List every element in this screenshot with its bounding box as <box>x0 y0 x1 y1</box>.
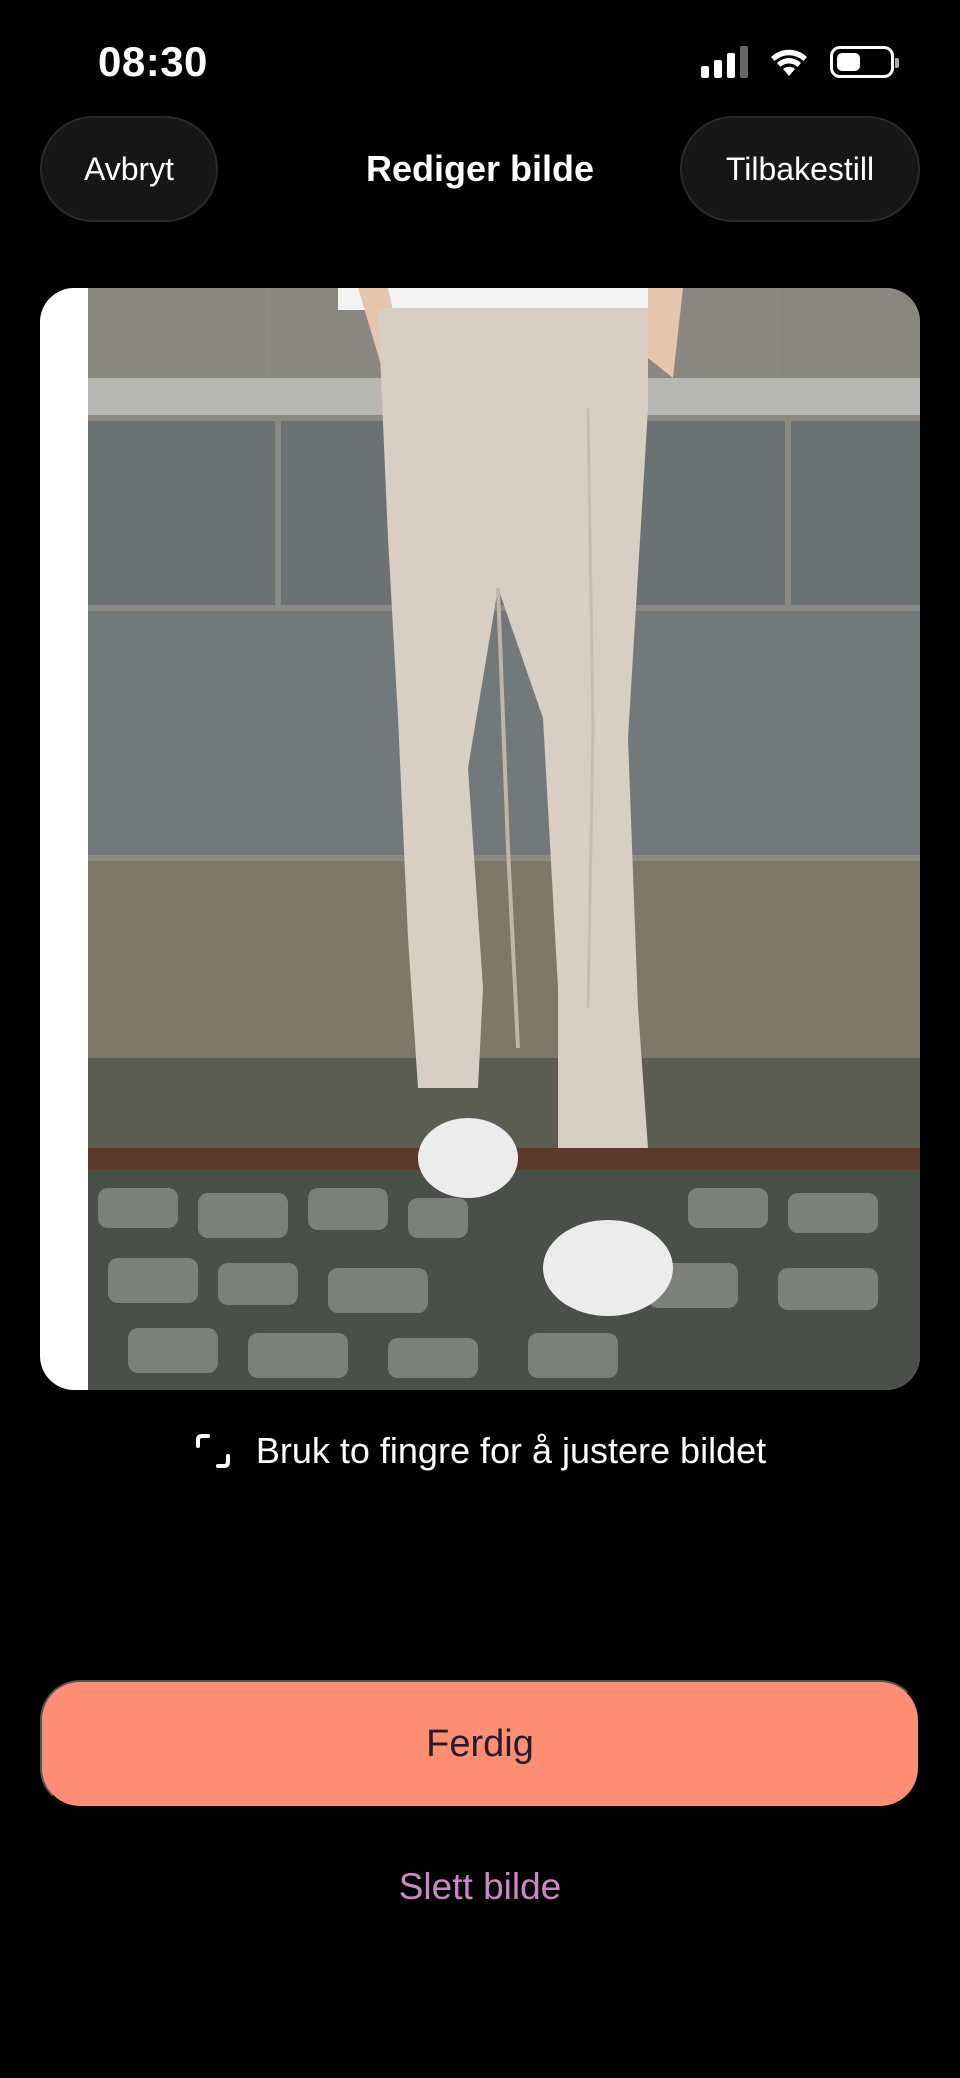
header: Avbryt Rediger bilde Tilbakestill <box>0 114 960 224</box>
cellular-signal-icon <box>701 46 748 78</box>
photo-crop-area[interactable] <box>40 288 920 1390</box>
status-bar: 08:30 <box>0 0 960 110</box>
status-time: 08:30 <box>98 38 208 85</box>
adjust-hint: Bruk to fingre for å justere bildet <box>0 1430 960 1472</box>
wifi-icon <box>771 49 807 76</box>
photo-illustration <box>88 288 920 1390</box>
crop-icon <box>195 1434 230 1468</box>
status-icons <box>701 46 899 78</box>
photo[interactable] <box>88 288 920 1390</box>
reset-button[interactable]: Tilbakestill <box>680 116 920 222</box>
delete-image-link[interactable]: Slett bilde <box>0 1866 960 1908</box>
done-button[interactable]: Ferdig <box>40 1680 920 1808</box>
hint-text: Bruk to fingre for å justere bildet <box>255 1430 767 1471</box>
battery-icon <box>830 46 899 78</box>
